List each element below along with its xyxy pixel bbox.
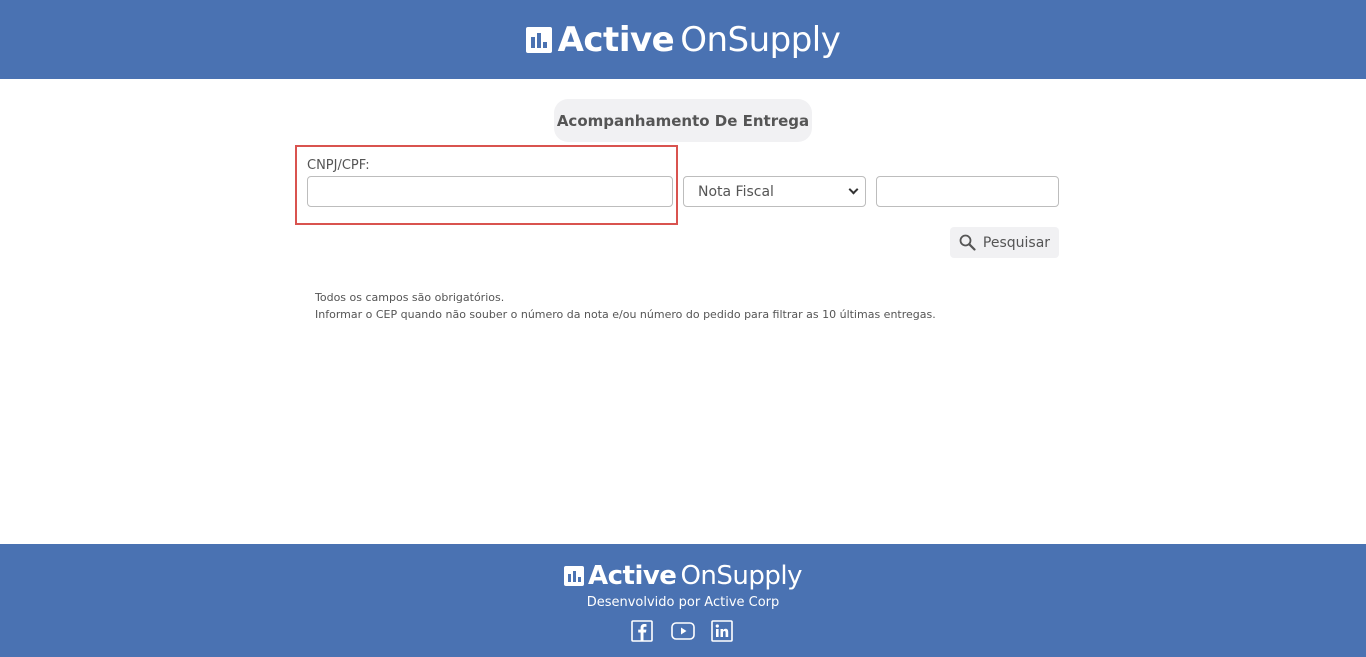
brand-name-light: OnSupply	[680, 19, 841, 60]
footer-brand-name-light: OnSupply	[680, 561, 802, 591]
brand-logo[interactable]: Active OnSupply	[525, 19, 841, 60]
site-header: Active OnSupply	[0, 0, 1366, 79]
social-links	[0, 620, 1366, 642]
filter-value-input[interactable]	[876, 176, 1059, 207]
footer-brand-logo: Active OnSupply	[0, 561, 1366, 591]
info-cep-note: Informar o CEP quando não souber o númer…	[315, 308, 936, 321]
bar-chart-logo-icon	[525, 26, 552, 53]
bar-chart-logo-icon	[563, 566, 584, 586]
filter-type-selected-value: Nota Fiscal	[698, 183, 774, 200]
site-footer: Active OnSupply Desenvolvido por Active …	[0, 544, 1366, 657]
search-icon	[959, 234, 976, 251]
footer-brand-name-bold: Active	[587, 561, 677, 591]
youtube-icon[interactable]	[671, 620, 695, 642]
info-required-note: Todos os campos são obrigatórios.	[315, 291, 505, 304]
linkedin-icon[interactable]	[711, 620, 735, 642]
chevron-down-icon	[848, 184, 859, 195]
brand-name-bold: Active	[557, 19, 675, 60]
facebook-icon[interactable]	[631, 620, 655, 642]
search-button-label: Pesquisar	[982, 234, 1051, 251]
cnpj-input[interactable]	[307, 176, 673, 207]
page-title: Acompanhamento De Entrega	[554, 99, 812, 142]
cnpj-label: CNPJ/CPF:	[307, 158, 370, 173]
filter-type-select[interactable]: Nota Fiscal	[683, 176, 866, 207]
search-button[interactable]: Pesquisar	[950, 227, 1059, 258]
info-text: Todos os campos são obrigatórios. Inform…	[315, 289, 936, 323]
footer-credit: Desenvolvido por Active Corp	[586, 595, 780, 610]
